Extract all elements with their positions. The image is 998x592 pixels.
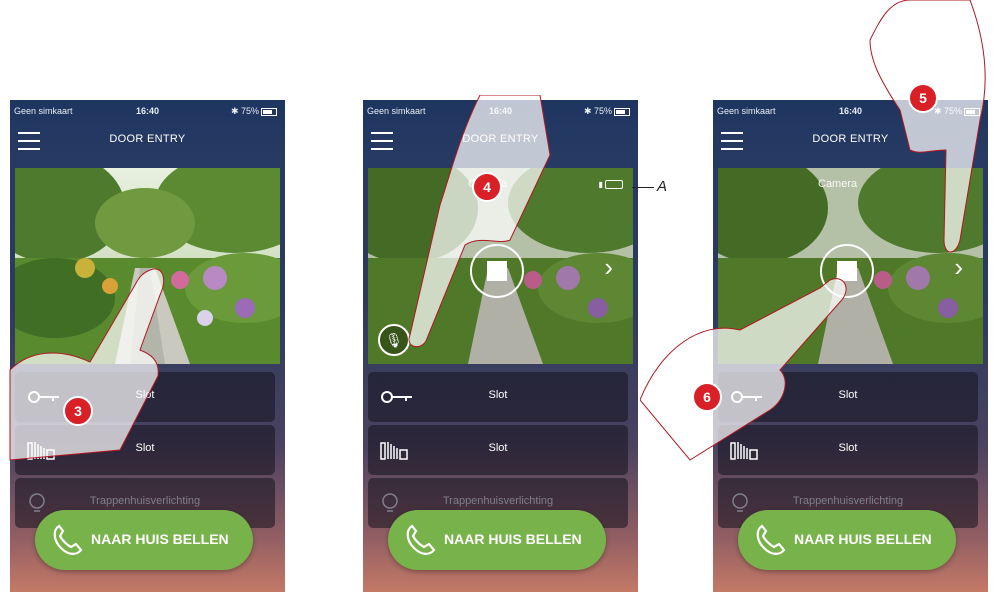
carrier-label: Geen simkaart xyxy=(717,106,776,116)
camera-feed[interactable]: Camera ▮ › 🎙 xyxy=(368,168,633,364)
page-title: DOOR ENTRY xyxy=(462,133,539,145)
list-item-label: Trappenhuisverlichting xyxy=(442,495,554,507)
call-home-label: NAAR HUIS BELLEN xyxy=(794,531,932,547)
battery-icon xyxy=(964,107,980,116)
battery-percent: 75% xyxy=(593,106,612,116)
stop-button[interactable] xyxy=(820,244,874,298)
annotation-label-a: A xyxy=(657,178,668,195)
battery-percent: 75% xyxy=(943,106,962,116)
phone-screen-3: Geen simkaart 16:40 ✱ 75% DOOR ENTRY Cam… xyxy=(713,100,988,592)
step-badge-4: 4 xyxy=(472,172,502,202)
list-item-label: Slot xyxy=(838,442,858,454)
list-item-gate[interactable]: Slot xyxy=(368,425,628,475)
phone-screen-1: Geen simkaart 16:40 ✱ 75% DOOR ENTRY Slo… xyxy=(10,100,285,592)
list-item-label: Slot xyxy=(488,389,508,401)
list-item-label: Slot xyxy=(135,389,155,401)
clock: 16:40 xyxy=(838,106,863,116)
battery-icon xyxy=(614,107,630,116)
annotation-line-a xyxy=(632,187,654,188)
list-item-label: Trappenhuisverlichting xyxy=(792,495,904,507)
camera-feed[interactable] xyxy=(15,168,280,364)
status-bar: Geen simkaart 16:40 ✱ 75% xyxy=(713,104,988,118)
call-home-button[interactable]: NAAR HUIS BELLEN xyxy=(388,510,606,570)
phone-screen-2: Geen simkaart 16:40 ✱ 75% DOOR ENTRY Cam… xyxy=(363,100,638,592)
list-item-label: Slot xyxy=(488,442,508,454)
next-camera-icon[interactable]: › xyxy=(954,254,963,280)
camera-label: Camera xyxy=(818,178,858,190)
phone-icon xyxy=(53,524,83,555)
carrier-label: Geen simkaart xyxy=(367,106,426,116)
status-bar: Geen simkaart 16:40 ✱ 75% xyxy=(10,104,285,118)
page-title: DOOR ENTRY xyxy=(109,133,186,145)
next-camera-icon[interactable]: › xyxy=(604,254,613,280)
carrier-label: Geen simkaart xyxy=(14,106,73,116)
page-title: DOOR ENTRY xyxy=(812,133,889,145)
battery-status: ✱ 75% xyxy=(584,104,630,118)
step-badge-5: 5 xyxy=(908,83,938,113)
battery-status: ✱ 75% xyxy=(934,104,980,118)
list-item-gate[interactable]: Slot xyxy=(15,425,275,475)
status-bar: Geen simkaart 16:40 ✱ 75% xyxy=(363,104,638,118)
stop-button[interactable] xyxy=(470,244,524,298)
list-item-label: Trappenhuisverlichting xyxy=(89,495,201,507)
phone-icon xyxy=(756,524,786,555)
call-home-button[interactable]: NAAR HUIS BELLEN xyxy=(35,510,253,570)
clock: 16:40 xyxy=(488,106,513,116)
clock: 16:40 xyxy=(135,106,160,116)
camera-battery-indicator: ▮ xyxy=(599,180,623,190)
battery-status: ✱ 75% xyxy=(231,104,277,118)
list-item-lock[interactable]: Slot xyxy=(368,372,628,422)
battery-icon xyxy=(261,107,277,116)
list-item-label: Slot xyxy=(838,389,858,401)
step-badge-3: 3 xyxy=(63,396,93,426)
step-badge-6: 6 xyxy=(692,382,722,412)
mute-microphone-icon[interactable]: 🎙 xyxy=(378,324,410,356)
call-home-button[interactable]: NAAR HUIS BELLEN xyxy=(738,510,956,570)
list-item-label: Slot xyxy=(135,442,155,454)
camera-feed[interactable]: Camera › xyxy=(718,168,983,364)
battery-percent: 75% xyxy=(240,106,259,116)
call-home-label: NAAR HUIS BELLEN xyxy=(444,531,582,547)
call-home-label: NAAR HUIS BELLEN xyxy=(91,531,229,547)
phone-icon xyxy=(406,524,436,555)
list-item-lock[interactable]: Slot xyxy=(718,372,978,422)
list-item-gate[interactable]: Slot xyxy=(718,425,978,475)
list-item-lock[interactable]: Slot xyxy=(15,372,275,422)
